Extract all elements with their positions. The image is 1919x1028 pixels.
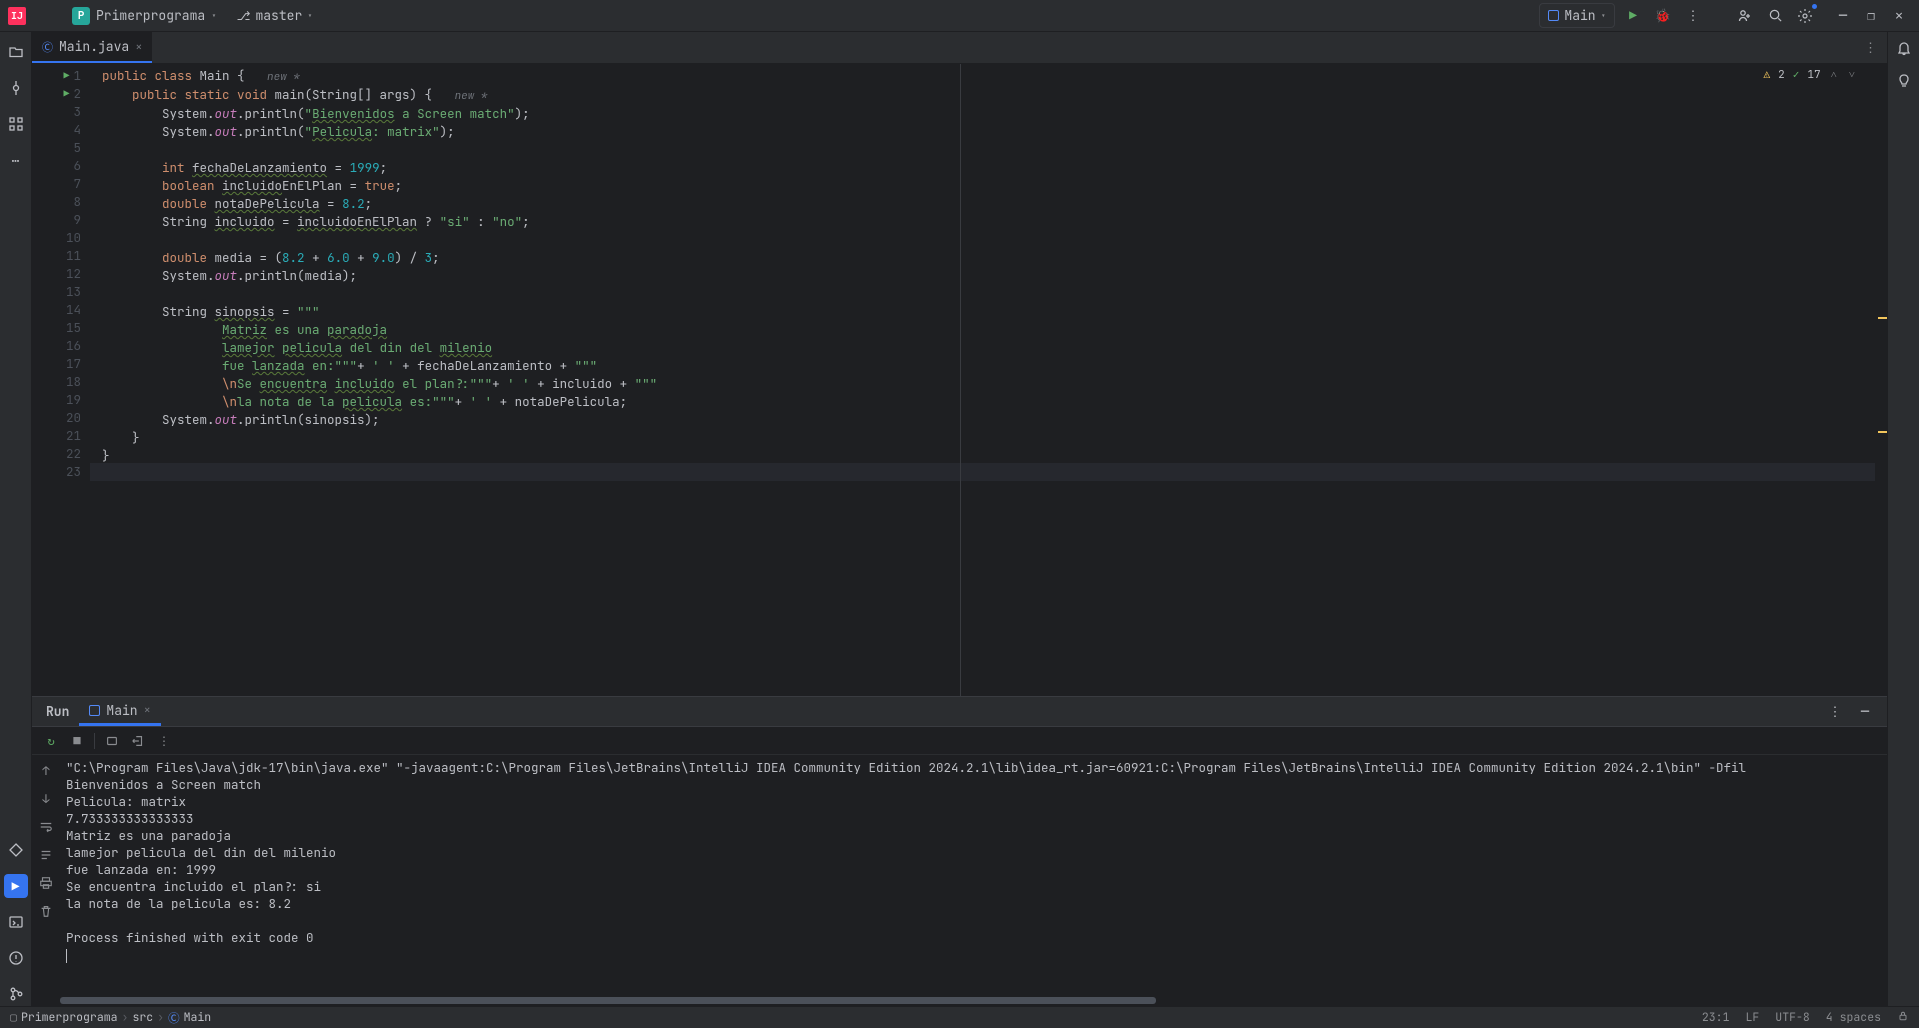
file-tab-label: Main.java xyxy=(59,38,129,55)
print-button[interactable] xyxy=(36,873,56,893)
run-side-toolbar: ↑ ↓ xyxy=(32,755,60,996)
branch-name: master xyxy=(255,7,302,24)
breadcrumb-project[interactable]: Primerprograma xyxy=(21,1010,118,1025)
clear-button[interactable] xyxy=(36,901,56,921)
run-tool-button[interactable]: ▶ xyxy=(4,874,28,898)
run-tab-main[interactable]: Main × xyxy=(79,697,160,726)
titlebar: IJ P Primerprograma ▾ ⎇ master ▾ Main ▾ … xyxy=(0,0,1919,32)
vcs-branch-selector[interactable]: ⎇ master ▾ xyxy=(231,5,319,26)
hide-run-panel-button[interactable]: ─ xyxy=(1853,700,1877,724)
breadcrumb-file[interactable]: Main xyxy=(184,1010,212,1025)
run-tab-label: Main xyxy=(106,702,137,719)
code-content[interactable]: public class Main { new * public static … xyxy=(90,64,1875,468)
error-stripe[interactable] xyxy=(1875,64,1887,696)
module-icon: ▢ xyxy=(10,1010,17,1025)
project-name: Primerprograma xyxy=(96,7,205,24)
tab-options-button[interactable]: ⋮ xyxy=(1854,39,1887,56)
file-encoding[interactable]: UTF-8 xyxy=(1775,1010,1810,1026)
more-actions-button[interactable]: ⋮ xyxy=(1681,4,1705,28)
status-bar: ▢ Primerprograma › src › Ⓒ Main 23:1 LF … xyxy=(0,1006,1919,1028)
chevron-down-icon: ▾ xyxy=(307,10,312,22)
exit-button[interactable] xyxy=(127,730,149,752)
stop-button[interactable]: ■ xyxy=(66,730,88,752)
maximize-window-button[interactable]: ❐ xyxy=(1859,4,1883,28)
notifications-button[interactable] xyxy=(1896,40,1912,60)
close-window-button[interactable]: ✕ xyxy=(1887,4,1911,28)
ai-assistant-button[interactable] xyxy=(1896,72,1912,92)
problems-tool-button[interactable] xyxy=(4,946,28,970)
more-tool-windows-button[interactable]: ⋯ xyxy=(4,148,28,172)
app-logo-icon: IJ xyxy=(8,7,26,25)
close-run-tab-button[interactable]: × xyxy=(144,702,151,718)
run-tool-window: Run Main × ⋮ ─ ↻ ■ xyxy=(32,696,1887,1006)
run-panel-title: Run xyxy=(36,697,79,726)
java-class-icon: Ⓒ xyxy=(42,39,53,55)
java-class-icon: Ⓒ xyxy=(168,1010,180,1026)
navigation-bar[interactable]: ▢ Primerprograma › src › Ⓒ Main xyxy=(10,1010,211,1026)
soft-wrap-button[interactable] xyxy=(36,817,56,837)
settings-button[interactable] xyxy=(1793,4,1817,28)
dump-threads-button[interactable] xyxy=(101,730,123,752)
services-tool-button[interactable] xyxy=(4,838,28,862)
structure-tool-button[interactable] xyxy=(4,112,28,136)
editor-gutter[interactable]: ▶1▶234567891011121314151617181920212223 xyxy=(32,64,90,696)
run-config-icon xyxy=(89,705,100,716)
close-tab-button[interactable]: × xyxy=(135,39,142,55)
run-toolbar: ↻ ■ ⋮ xyxy=(32,727,1887,755)
search-button[interactable] xyxy=(1763,4,1787,28)
git-tool-button[interactable] xyxy=(4,982,28,1006)
scroll-down-button[interactable]: ↓ xyxy=(36,789,56,809)
code-editor[interactable]: ▶1▶234567891011121314151617181920212223 … xyxy=(32,64,1887,696)
code-with-me-button[interactable] xyxy=(1733,4,1757,28)
rerun-button[interactable]: ↻ xyxy=(40,730,62,752)
right-tool-rail xyxy=(1887,32,1919,1006)
main-menu-button[interactable] xyxy=(34,4,58,28)
run-panel-options-button[interactable]: ⋮ xyxy=(1823,700,1847,724)
run-config-name: Main xyxy=(1564,7,1595,24)
breadcrumb-folder[interactable]: src xyxy=(132,1010,153,1025)
run-configuration-selector[interactable]: Main ▾ xyxy=(1539,3,1615,28)
project-selector[interactable]: P Primerprograma ▾ xyxy=(66,5,223,27)
run-config-icon xyxy=(1548,10,1559,21)
branch-icon: ⎇ xyxy=(237,8,251,24)
readonly-toggle[interactable] xyxy=(1897,1010,1909,1026)
minimize-window-button[interactable]: ─ xyxy=(1831,4,1855,28)
run-toolbar-more-button[interactable]: ⋮ xyxy=(153,730,175,752)
console-output[interactable]: "C:\Program Files\Java\jdk-17\bin\java.e… xyxy=(60,755,1887,996)
console-horizontal-scrollbar[interactable] xyxy=(60,996,1887,1006)
caret-position[interactable]: 23:1 xyxy=(1702,1010,1730,1026)
scroll-up-button[interactable]: ↑ xyxy=(36,761,56,781)
chevron-down-icon: ▾ xyxy=(211,10,216,22)
left-tool-rail: ⋯ ▶ xyxy=(0,32,32,1006)
editor-tabs: Ⓒ Main.java × ⋮ xyxy=(32,32,1887,64)
scroll-to-end-button[interactable] xyxy=(36,845,56,865)
file-tab-main-java[interactable]: Ⓒ Main.java × xyxy=(32,32,152,63)
project-icon: P xyxy=(72,7,90,25)
terminal-tool-button[interactable] xyxy=(4,910,28,934)
project-tool-button[interactable] xyxy=(4,40,28,64)
line-separator[interactable]: LF xyxy=(1745,1010,1759,1026)
debug-button[interactable]: 🐞 xyxy=(1651,4,1675,28)
chevron-down-icon: ▾ xyxy=(1601,10,1606,22)
commit-tool-button[interactable] xyxy=(4,76,28,100)
indent-settings[interactable]: 4 spaces xyxy=(1826,1010,1881,1026)
run-button[interactable]: ▶ xyxy=(1621,4,1645,28)
